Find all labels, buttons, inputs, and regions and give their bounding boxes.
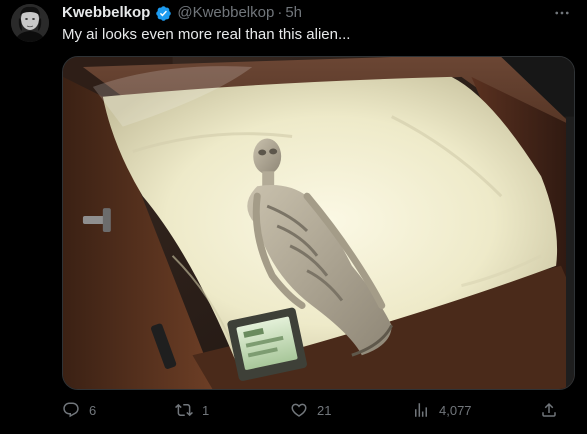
share-button[interactable] [540, 398, 558, 422]
share-icon [542, 402, 556, 417]
author-handle[interactable]: @Kwebbelkop [177, 4, 274, 22]
repost-button[interactable]: 1 [175, 398, 209, 422]
like-count: 21 [317, 402, 332, 418]
tweet-header: Kwebbelkop @Kwebbelkop · 5h [62, 4, 302, 22]
avatar[interactable] [11, 4, 49, 42]
more-options-button[interactable] [551, 3, 573, 23]
repost-count: 1 [202, 402, 210, 418]
analytics-icon [415, 403, 427, 417]
separator-dot: · [277, 4, 283, 21]
views-button[interactable]: 4,077 [412, 398, 472, 422]
reply-count: 6 [89, 402, 97, 418]
reply-button[interactable]: 6 [62, 398, 96, 422]
verified-badge-icon[interactable] [155, 5, 172, 22]
tweet-text: My ai looks even more real than this ali… [62, 26, 351, 43]
like-button[interactable]: 21 [290, 398, 331, 422]
avatar-image [11, 4, 49, 42]
repost-icon [175, 403, 193, 417]
tweet-media-image[interactable] [62, 56, 575, 390]
tweet-card[interactable]: Kwebbelkop @Kwebbelkop · 5h My ai looks … [0, 0, 587, 434]
heart-icon [291, 403, 307, 417]
author-display-name[interactable]: Kwebbelkop [62, 4, 150, 22]
more-horizontal-icon [555, 11, 569, 15]
reply-icon [63, 402, 79, 418]
tweet-timestamp[interactable]: 5h [285, 4, 302, 22]
tweet-actions-bar: 6 1 21 4,077 [62, 398, 575, 422]
view-count: 4,077 [439, 402, 472, 418]
alien-photo-illustration [63, 57, 574, 389]
